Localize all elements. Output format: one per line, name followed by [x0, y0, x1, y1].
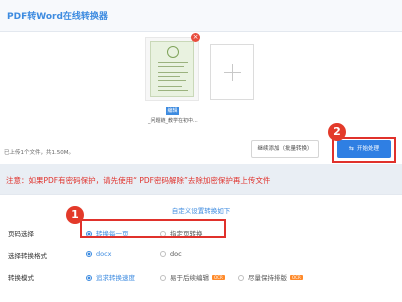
- remove-file-button[interactable]: ×: [191, 33, 200, 42]
- highlight-box-page-select: [80, 219, 226, 238]
- radio-format-docx[interactable]: docx: [86, 250, 112, 258]
- password-notice: 注意：如果PDF有密码保护，请先使用“ PDF密码解除”去除加密保护再上传文件: [6, 176, 271, 185]
- radio-selected-icon: [86, 251, 92, 257]
- add-file-button[interactable]: [210, 44, 254, 100]
- step-badge-2: 2: [328, 123, 346, 141]
- edit-file-button[interactable]: 编辑: [166, 107, 179, 115]
- ocr-badge: OCR: [290, 275, 303, 280]
- radio-unselected-icon: [160, 251, 166, 257]
- radio-selected-icon: [86, 275, 92, 281]
- radio-unselected-icon: [238, 275, 244, 281]
- title-bar: PDF转Word在线转换器: [0, 0, 402, 32]
- seal-icon: [167, 46, 179, 58]
- format-label: 选择转换格式: [8, 252, 47, 260]
- ocr-badge: OCR: [212, 275, 225, 280]
- upload-summary: 已上传1个文件，共1.50M。: [4, 150, 74, 156]
- app-title: PDF转Word在线转换器: [7, 12, 108, 22]
- radio-format-doc[interactable]: doc: [160, 250, 182, 258]
- continue-add-button[interactable]: 继续添加（批量转换）: [251, 140, 319, 158]
- file-name: _问题链_教学在初中...: [148, 118, 198, 124]
- radio-unselected-icon: [160, 275, 166, 281]
- highlight-box-start: [332, 137, 396, 163]
- radio-mode-editable[interactable]: 易于后续编辑 OCR: [160, 272, 225, 282]
- settings-panel: 自定义设置转换如下 页码选择 转换每一页 指定页转换 选择转换格式 docx d…: [0, 194, 402, 302]
- step-badge-1: 1: [66, 206, 84, 224]
- radio-mode-layout[interactable]: 尽量保持排版 OCR: [238, 272, 303, 282]
- radio-mode-speed[interactable]: 追求转换速度: [86, 272, 135, 282]
- page-select-label: 页码选择: [8, 230, 34, 238]
- document-preview: [150, 41, 194, 97]
- file-thumbnail[interactable]: [145, 37, 199, 101]
- custom-settings-toggle[interactable]: 自定义设置转换如下: [0, 205, 402, 215]
- mode-label: 转换模式: [8, 274, 34, 282]
